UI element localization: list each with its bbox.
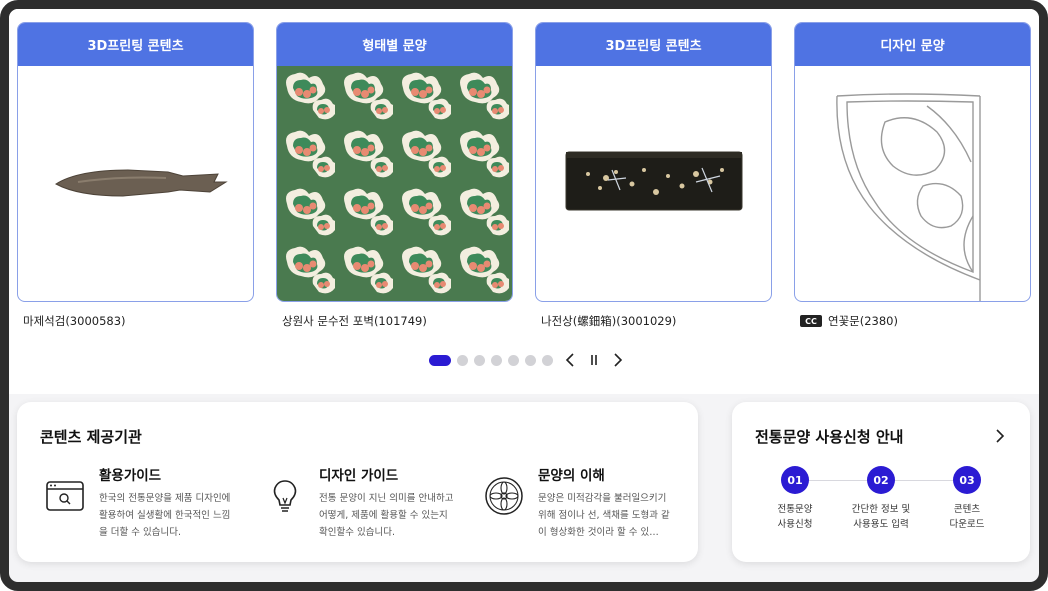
- panel-title: 콘텐츠 제공기관: [40, 428, 142, 446]
- card-header: 3D프린팅 콘텐츠: [536, 23, 771, 66]
- guide-title: 활용가이드: [99, 468, 162, 484]
- card-caption-3[interactable]: 나전상(螺鈿箱)(3001029): [541, 313, 676, 329]
- pager-dot-2[interactable]: [457, 354, 468, 366]
- chevron-right-icon[interactable]: [995, 428, 1005, 447]
- pattern-medallion-icon: [484, 476, 524, 516]
- step-label: 간단한 정보 및 사용용도 입력: [851, 504, 911, 530]
- card-header: 형태별 문양: [277, 23, 512, 66]
- floral-pattern-image: [277, 66, 512, 301]
- browser-search-icon: [45, 476, 85, 516]
- carousel-pager: [429, 352, 625, 368]
- carousel-card-4[interactable]: 디자인 문양: [794, 22, 1031, 302]
- card-header: 디자인 문양: [795, 23, 1030, 66]
- guide-title: 디자인 가이드: [319, 468, 399, 484]
- card-caption-1[interactable]: 마제석검(3000583): [23, 313, 126, 329]
- pager-dot-6[interactable]: [525, 354, 536, 366]
- guide-title: 문양의 이해: [538, 468, 605, 484]
- step-label: 콘텐츠 다운로드: [949, 504, 985, 530]
- pager-dot-5[interactable]: [508, 354, 519, 366]
- carousel-card-1[interactable]: 3D프린팅 콘텐츠: [17, 22, 254, 302]
- card-header: 3D프린팅 콘텐츠: [18, 23, 253, 66]
- guide-desc: 전통 문양이 지닌 의미를 안내하고 어떻게, 제품에 활용할 수 있는지 확인…: [319, 493, 454, 538]
- carousel-card-3[interactable]: 3D프린팅 콘텐츠: [535, 22, 772, 302]
- chevron-left-icon[interactable]: [563, 352, 577, 368]
- cc-license-icon: CC: [800, 315, 822, 327]
- lotus-line-pattern-image: [795, 66, 1030, 301]
- step-2: 02 간단한 정보 및 사용용도 입력: [836, 466, 926, 532]
- pager-dot-4[interactable]: [491, 354, 502, 366]
- content-carousel: 3D프린팅 콘텐츠 마제석검(3000583) 형태별 문양 상원사 문수전 포…: [9, 9, 1039, 394]
- step-3: 03 콘텐츠 다운로드: [922, 466, 1012, 532]
- lacquer-box-image: [536, 66, 771, 301]
- browser-frame: 3D프린팅 콘텐츠 마제석검(3000583) 형태별 문양 상원사 문수전 포…: [0, 0, 1048, 591]
- chevron-right-icon[interactable]: [611, 352, 625, 368]
- step-number: 01: [781, 466, 809, 494]
- step-number: 02: [867, 466, 895, 494]
- usage-application-panel[interactable]: 전통문양 사용신청 안내 01 전통문양 사용신청 02 간단한 정보 및 사용…: [732, 402, 1030, 562]
- panel-title: 전통문양 사용신청 안내: [755, 428, 904, 446]
- pager-dot-7[interactable]: [542, 354, 553, 366]
- step-label: 전통문양 사용신청: [777, 504, 813, 530]
- stone-dagger-image: [18, 66, 253, 301]
- card-caption-4[interactable]: CC 연꽃문(2380): [800, 313, 898, 329]
- carousel-card-2[interactable]: 형태별 문양: [276, 22, 513, 302]
- lightbulb-icon: [265, 476, 305, 516]
- step-1: 01 전통문양 사용신청: [750, 466, 840, 532]
- step-number: 03: [953, 466, 981, 494]
- guide-desc: 문양은 미적감각을 불러일으키기 위해 점이나 선, 색채를 도형과 같이 형상…: [538, 493, 670, 538]
- guide-desc: 한국의 전통문양을 제품 디자인에 활용하여 실생활에 한국적인 느낌을 더할 …: [99, 493, 231, 538]
- pause-icon[interactable]: [587, 352, 601, 368]
- card-caption-2[interactable]: 상원사 문수전 포벽(101749): [282, 313, 427, 329]
- pager-dot-1[interactable]: [429, 354, 451, 366]
- pager-dot-3[interactable]: [474, 354, 485, 366]
- content-provider-panel: 콘텐츠 제공기관 활용가이드 한국의 전통문양을 제품 디자인에 활용하여 실생…: [17, 402, 698, 562]
